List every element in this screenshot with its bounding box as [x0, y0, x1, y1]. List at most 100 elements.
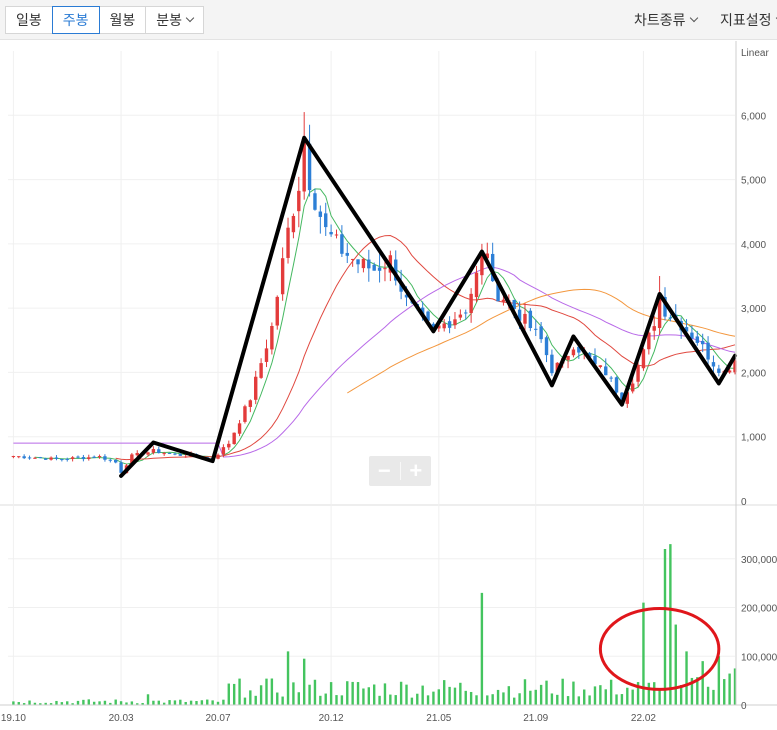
price-tick-label: 6,000	[741, 111, 766, 122]
volume-bar	[362, 688, 365, 705]
candle-body	[108, 459, 113, 461]
candle-body	[243, 406, 247, 422]
candle-body	[447, 321, 452, 328]
volume-bar	[146, 694, 150, 705]
candlestick	[641, 348, 646, 371]
chart-type-menu[interactable]: 차트종류	[634, 10, 698, 30]
volume-bar	[82, 699, 85, 705]
candle-body	[442, 323, 446, 329]
volume-bar	[168, 700, 171, 705]
tab-weekly[interactable]: 주봉	[51, 6, 100, 34]
candle-body	[162, 453, 166, 455]
volume-bar	[179, 699, 182, 705]
volume-bar	[297, 692, 300, 705]
zoom-out-button[interactable]: −	[369, 456, 400, 486]
volume-bar	[464, 690, 467, 705]
volume-bar	[222, 699, 225, 705]
candle-body	[528, 310, 533, 329]
volume-bar	[254, 695, 257, 705]
volume-bar	[701, 661, 704, 705]
volume-bar	[480, 592, 484, 705]
price-tick-label: 2,000	[741, 368, 766, 379]
volume-bar	[319, 695, 322, 705]
time-tick-label: 21.09	[523, 713, 548, 724]
tab-daily[interactable]: 일봉	[5, 6, 53, 34]
price-tick-label: 3,000	[741, 304, 766, 315]
volume-bar	[631, 689, 634, 705]
volume-bar	[340, 695, 344, 705]
volume-bar	[723, 679, 726, 705]
volume-bar	[647, 682, 651, 705]
price-tick-label: 1,000	[741, 433, 766, 444]
volume-bar	[566, 696, 570, 705]
volume-tick-label: 200,000,	[741, 604, 777, 615]
volume-bar	[383, 683, 387, 705]
volume-bar	[545, 680, 548, 705]
candle-body	[146, 452, 150, 455]
candle-body	[227, 443, 231, 448]
candle-body	[286, 227, 290, 258]
volume-bar	[313, 679, 317, 705]
candle-body	[604, 366, 608, 376]
volume-bar	[712, 689, 715, 705]
volume-bar	[421, 685, 424, 705]
volume-bar	[12, 701, 15, 705]
candle-body	[60, 459, 64, 461]
tab-minute-label: 분봉	[156, 12, 183, 28]
volume-bar	[378, 695, 381, 705]
candle-body	[135, 452, 139, 456]
volume-bar	[211, 700, 214, 705]
volume-bar	[98, 701, 101, 705]
tab-monthly[interactable]: 월봉	[98, 6, 147, 34]
time-tick-label: 21.05	[426, 713, 451, 724]
candle-body	[157, 449, 161, 454]
candle-body	[571, 349, 576, 356]
volume-bar	[669, 544, 672, 705]
candle-body	[27, 457, 32, 459]
candle-body	[652, 326, 656, 331]
candlestick	[232, 432, 236, 445]
price-tick-label: 4,000	[741, 240, 766, 251]
candle-body	[367, 259, 371, 269]
chart-grid	[0, 51, 777, 705]
volume-bar	[394, 695, 397, 705]
tab-minute[interactable]: 분봉	[145, 6, 205, 34]
volume-bar	[292, 682, 295, 705]
candle-body	[22, 456, 26, 459]
volume-bar	[469, 691, 473, 705]
candlestick	[243, 404, 247, 424]
zoom-in-button[interactable]: +	[401, 456, 432, 486]
candle-body	[65, 458, 69, 460]
volume-tick-label: 0	[741, 701, 747, 712]
candle-body	[87, 457, 91, 460]
volume-bar	[329, 682, 333, 705]
candle-body	[248, 400, 253, 407]
candle-body	[49, 457, 53, 460]
candle-body	[70, 457, 75, 460]
volume-bar	[658, 688, 661, 705]
candle-body	[237, 423, 242, 434]
volume-bar	[410, 697, 414, 705]
candle-body	[614, 377, 619, 393]
volume-bar	[324, 693, 327, 705]
volume-bar	[534, 689, 537, 705]
volume-bar	[157, 700, 160, 705]
volume-bar	[243, 697, 247, 705]
candle-body	[377, 267, 382, 271]
candle-body	[11, 456, 16, 458]
volume-bar	[28, 700, 31, 705]
candle-body	[313, 193, 317, 210]
candlestick	[614, 376, 619, 395]
volume-bar	[556, 694, 559, 705]
volume-bar	[130, 701, 134, 705]
stock-chart[interactable]: 0 1,000 2,000 3,000 4,000 5,000 6,000 Linear 0 10…	[0, 41, 777, 730]
volume-bar	[593, 686, 597, 705]
candle-body	[103, 456, 107, 460]
candle-body	[81, 457, 86, 460]
indicator-settings-menu[interactable]: 지표설정	[720, 10, 777, 30]
candle-body	[221, 447, 226, 455]
volume-bar	[443, 680, 446, 705]
candle-body	[539, 326, 543, 340]
candle-body	[184, 456, 188, 458]
candle-body	[711, 362, 716, 367]
